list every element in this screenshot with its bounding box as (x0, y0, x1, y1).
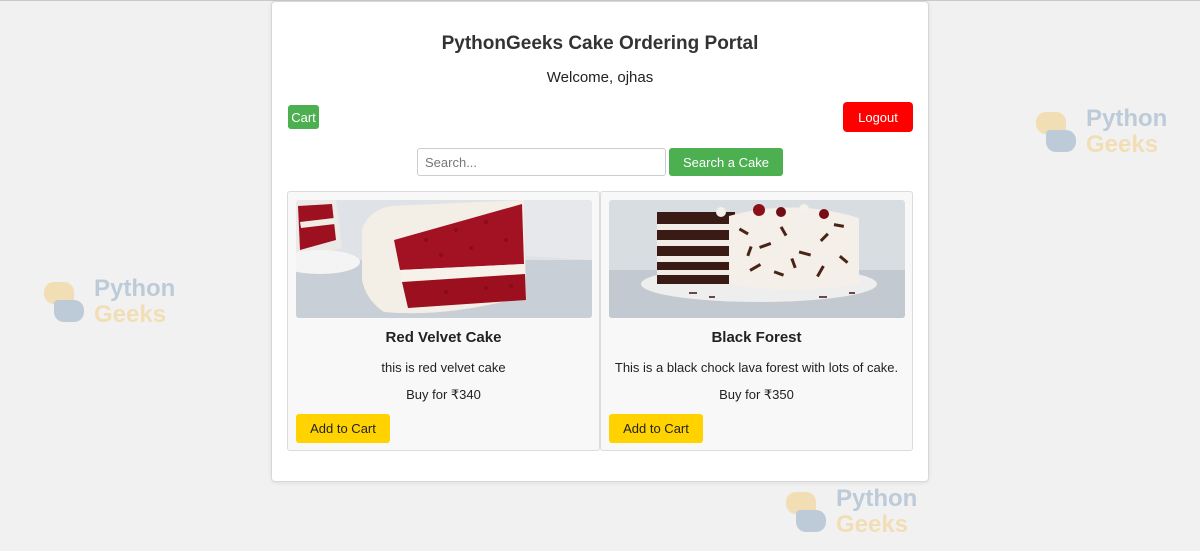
cake-description: this is red velvet cake (381, 360, 506, 375)
portal-container: PythonGeeks Cake Ordering Portal Welcome… (271, 1, 929, 482)
watermark-line1: Python (94, 275, 176, 302)
add-to-cart-button[interactable]: Add to Cart (609, 414, 703, 443)
cake-card-red-velvet: Red Velvet Cake this is red velvet cake … (287, 191, 600, 451)
cake-name: Black Forest (711, 329, 802, 346)
cake-price: Buy for ₹350 (719, 387, 794, 402)
watermark-line2: Geeks (836, 511, 909, 538)
python-geeks-logo-icon (784, 490, 828, 534)
black-forest-cake-image (609, 200, 905, 318)
watermark-line2: Geeks (94, 301, 167, 328)
watermark-logo-bottom: Python Geeks (784, 482, 934, 542)
red-velvet-cake-image (296, 200, 592, 318)
welcome-message: Welcome, ojhas (546, 69, 654, 86)
page-title: PythonGeeks Cake Ordering Portal (441, 33, 759, 54)
cake-card-black-forest: Black Forest This is a black chock lava … (600, 191, 913, 451)
add-to-cart-button[interactable]: Add to Cart (296, 414, 390, 443)
logout-button[interactable]: Logout (843, 102, 913, 132)
cake-price: Buy for ₹340 (406, 387, 481, 402)
search-input[interactable] (417, 148, 666, 176)
python-geeks-logo-icon (42, 280, 86, 324)
cake-name: Red Velvet Cake (385, 329, 502, 346)
watermark-line1: Python (1086, 105, 1168, 132)
watermark-logo-right: Python Geeks (1034, 102, 1184, 162)
cart-button[interactable]: Cart (288, 105, 319, 129)
watermark-logo-left: Python Geeks (42, 272, 192, 332)
python-geeks-logo-icon (1034, 110, 1078, 154)
cake-description: This is a black chock lava forest with l… (614, 360, 899, 375)
watermark-line2: Geeks (1086, 131, 1159, 158)
search-cake-button[interactable]: Search a Cake (669, 148, 783, 176)
watermark-line1: Python (836, 485, 918, 512)
